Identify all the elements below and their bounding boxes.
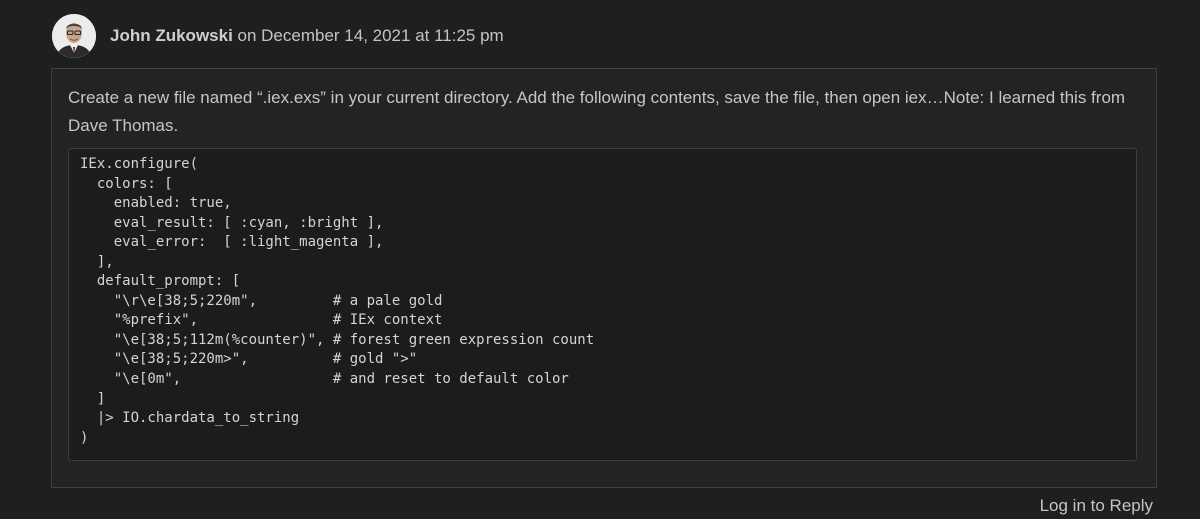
- code-line: "\e[0m", # and reset to default color: [80, 371, 569, 388]
- code-line: ],: [80, 253, 114, 270]
- code-line: colors: [: [80, 175, 173, 192]
- comment-header: John Zukowski on December 14, 2021 at 11…: [52, 10, 504, 62]
- code-content: IEx.configure( colors: [ enabled: true, …: [80, 155, 1136, 448]
- code-line: "\e[38;5;112m(%counter)", # forest green…: [80, 331, 595, 348]
- login-to-reply-link[interactable]: Log in to Reply: [1040, 496, 1153, 516]
- avatar[interactable]: [52, 14, 96, 58]
- avatar-image: [52, 14, 96, 58]
- code-line: IEx.configure(: [80, 156, 199, 172]
- comment-text: Create a new file named “.iex.exs” in yo…: [68, 88, 1126, 135]
- comment-body: Create a new file named “.iex.exs” in yo…: [51, 68, 1157, 488]
- comment-author[interactable]: John Zukowski: [110, 26, 233, 45]
- code-line: ]: [80, 390, 106, 407]
- code-line: ): [80, 429, 89, 446]
- code-line: default_prompt: [: [80, 273, 241, 290]
- code-line: "\e[38;5;220m>", # gold ">": [80, 351, 418, 368]
- code-line: eval_error: [ :light_magenta ],: [80, 234, 384, 251]
- code-line: "%prefix", # IEx context: [80, 312, 443, 329]
- comment-meta: John Zukowski on December 14, 2021 at 11…: [110, 26, 504, 46]
- code-line: enabled: true,: [80, 195, 232, 212]
- code-line: eval_result: [ :cyan, :bright ],: [80, 214, 384, 231]
- comment-date: on December 14, 2021 at 11:25 pm: [232, 26, 504, 45]
- code-line: "\r\e[38;5;220m", # a pale gold: [80, 292, 443, 309]
- code-line: |> IO.chardata_to_string: [80, 410, 300, 427]
- code-block: IEx.configure( colors: [ enabled: true, …: [68, 148, 1137, 461]
